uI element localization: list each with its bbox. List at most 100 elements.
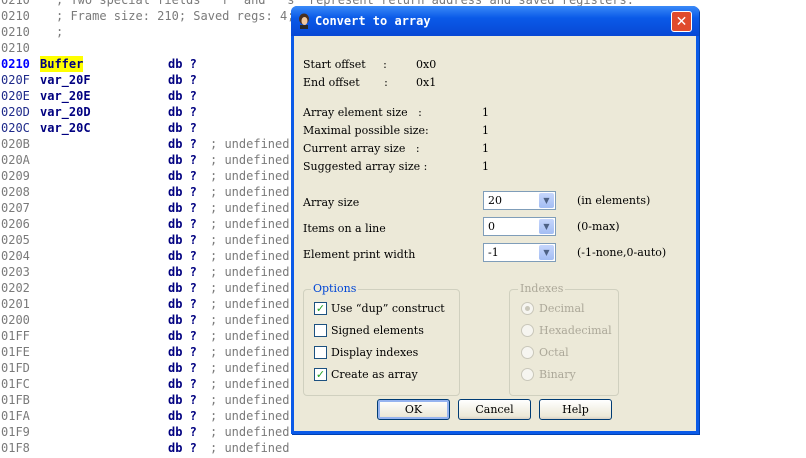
code-directive: db ?: [168, 217, 197, 231]
code-address: 01FE: [1, 345, 30, 359]
code-comment: ; undefined: [210, 393, 290, 407]
code-directive: db ?: [168, 345, 197, 359]
dialog-titlebar[interactable]: Convert to array ✕: [291, 6, 699, 36]
decimal-radio: [521, 302, 534, 315]
code-directive: db ?: [168, 169, 197, 183]
code-comment: ; undefined: [210, 217, 290, 231]
code-directive: db ?: [168, 57, 197, 71]
code-var-name[interactable]: var_20F: [40, 72, 91, 88]
code-address: 020C: [1, 121, 30, 135]
code-address: 01FB: [1, 393, 30, 407]
code-var-name[interactable]: var_20C: [40, 120, 91, 136]
array-size-combobox[interactable]: 20 ▼: [483, 191, 556, 210]
chevron-down-icon[interactable]: ▼: [539, 219, 554, 234]
start-offset-value: 0x0: [416, 58, 437, 71]
code-comment: ; undefined: [210, 361, 290, 375]
code-directive: db ?: [168, 329, 197, 343]
hexadecimal-radio: [521, 324, 534, 337]
chevron-down-icon[interactable]: ▼: [539, 193, 554, 208]
create-as-array-checkbox[interactable]: ✓: [314, 368, 327, 381]
code-address: 0210: [1, 57, 30, 71]
code-address: 0207: [1, 201, 30, 215]
code-address: 020B: [1, 137, 30, 151]
end-offset-value: 0x1: [416, 76, 437, 89]
array-size-hint: (in elements): [577, 194, 651, 207]
ok-button[interactable]: OK: [377, 399, 450, 420]
decimal-label: Decimal: [539, 302, 585, 315]
display-indexes-label[interactable]: Display indexes: [331, 346, 418, 359]
array-size-value: 20: [488, 194, 502, 207]
current-array-size-value: 1: [482, 142, 489, 155]
convert-to-array-dialog: Convert to array ✕ Start offset : 0x0 En…: [291, 6, 699, 434]
code-address: 020F: [1, 73, 30, 87]
app-icon: [299, 13, 309, 29]
code-directive: db ?: [168, 233, 197, 247]
code-directive: db ?: [168, 185, 197, 199]
dialog-title: Convert to array: [315, 14, 431, 28]
code-var-name[interactable]: var_20E: [40, 88, 91, 104]
code-comment: ; undefined: [210, 297, 290, 311]
code-address: 01FD: [1, 361, 30, 375]
code-directive: db ?: [168, 249, 197, 263]
code-address: 0210: [1, 41, 30, 55]
code-address: 0210: [1, 9, 30, 23]
code-address: 0200: [1, 313, 30, 327]
maximal-possible-size-value: 1: [482, 124, 489, 137]
code-comment: ; undefined: [210, 441, 290, 455]
hexadecimal-label: Hexadecimal: [539, 324, 612, 337]
chevron-down-icon[interactable]: ▼: [539, 245, 554, 260]
element-print-width-value: -1: [488, 246, 499, 259]
code-directive: db ?: [168, 153, 197, 167]
code-directive: db ?: [168, 201, 197, 215]
cancel-button[interactable]: Cancel: [458, 399, 531, 420]
display-indexes-checkbox[interactable]: [314, 346, 327, 359]
create-as-array-label[interactable]: Create as array: [331, 368, 418, 381]
code-address: 01FF: [1, 329, 30, 343]
dialog-client-area: Start offset : 0x0 End offset : 0x1 Arra…: [294, 36, 696, 431]
code-address: 0201: [1, 297, 30, 311]
start-offset-label: Start offset :: [303, 58, 391, 71]
code-address: 0209: [1, 169, 30, 183]
code-comment: ; undefined: [210, 249, 290, 263]
code-directive: db ?: [168, 425, 197, 439]
help-button[interactable]: Help: [539, 399, 612, 420]
binary-radio: [521, 368, 534, 381]
code-address: 0206: [1, 217, 30, 231]
signed-elements-checkbox[interactable]: [314, 324, 327, 337]
use-dup-checkbox[interactable]: ✓: [314, 302, 327, 315]
suggested-array-size-value: 1: [482, 160, 489, 173]
element-print-width-hint: (-1-none,0-auto): [577, 246, 667, 259]
code-address: 01FC: [1, 377, 30, 391]
array-size-label: Array size: [303, 196, 360, 209]
octal-radio: [521, 346, 534, 359]
code-directive: db ?: [168, 73, 197, 87]
code-address: 020A: [1, 153, 30, 167]
code-comment: ; undefined: [210, 201, 290, 215]
code-address: 0203: [1, 265, 30, 279]
use-dup-label[interactable]: Use “dup” construct: [331, 302, 445, 315]
items-on-line-value: 0: [488, 220, 495, 233]
code-directive: db ?: [168, 121, 197, 135]
signed-elements-label[interactable]: Signed elements: [331, 324, 424, 337]
code-address: 020D: [1, 105, 30, 119]
close-button[interactable]: ✕: [671, 11, 692, 32]
items-on-line-combobox[interactable]: 0 ▼: [483, 217, 556, 236]
code-directive: db ?: [168, 105, 197, 119]
code-address: 0210: [1, 0, 30, 7]
code-address: 0205: [1, 233, 30, 247]
code-var-name[interactable]: var_20D: [40, 104, 91, 120]
code-comment: ; undefined: [210, 409, 290, 423]
code-undefined-row[interactable]: 01F8 db ? ; undefined: [0, 440, 806, 456]
code-directive: db ?: [168, 281, 197, 295]
array-element-size-value: 1: [482, 106, 489, 119]
code-address: 0208: [1, 185, 30, 199]
code-comment: ; undefined: [210, 313, 290, 327]
binary-label: Binary: [539, 368, 576, 381]
code-address: 0204: [1, 249, 30, 263]
element-print-width-combobox[interactable]: -1 ▼: [483, 243, 556, 262]
code-comment: ; undefined: [210, 233, 290, 247]
items-on-line-label: Items on a line: [303, 222, 386, 235]
selected-var-name[interactable]: Buffer: [40, 56, 84, 72]
end-offset-label: End offset :: [303, 76, 392, 89]
code-comment: ; undefined: [210, 281, 290, 295]
